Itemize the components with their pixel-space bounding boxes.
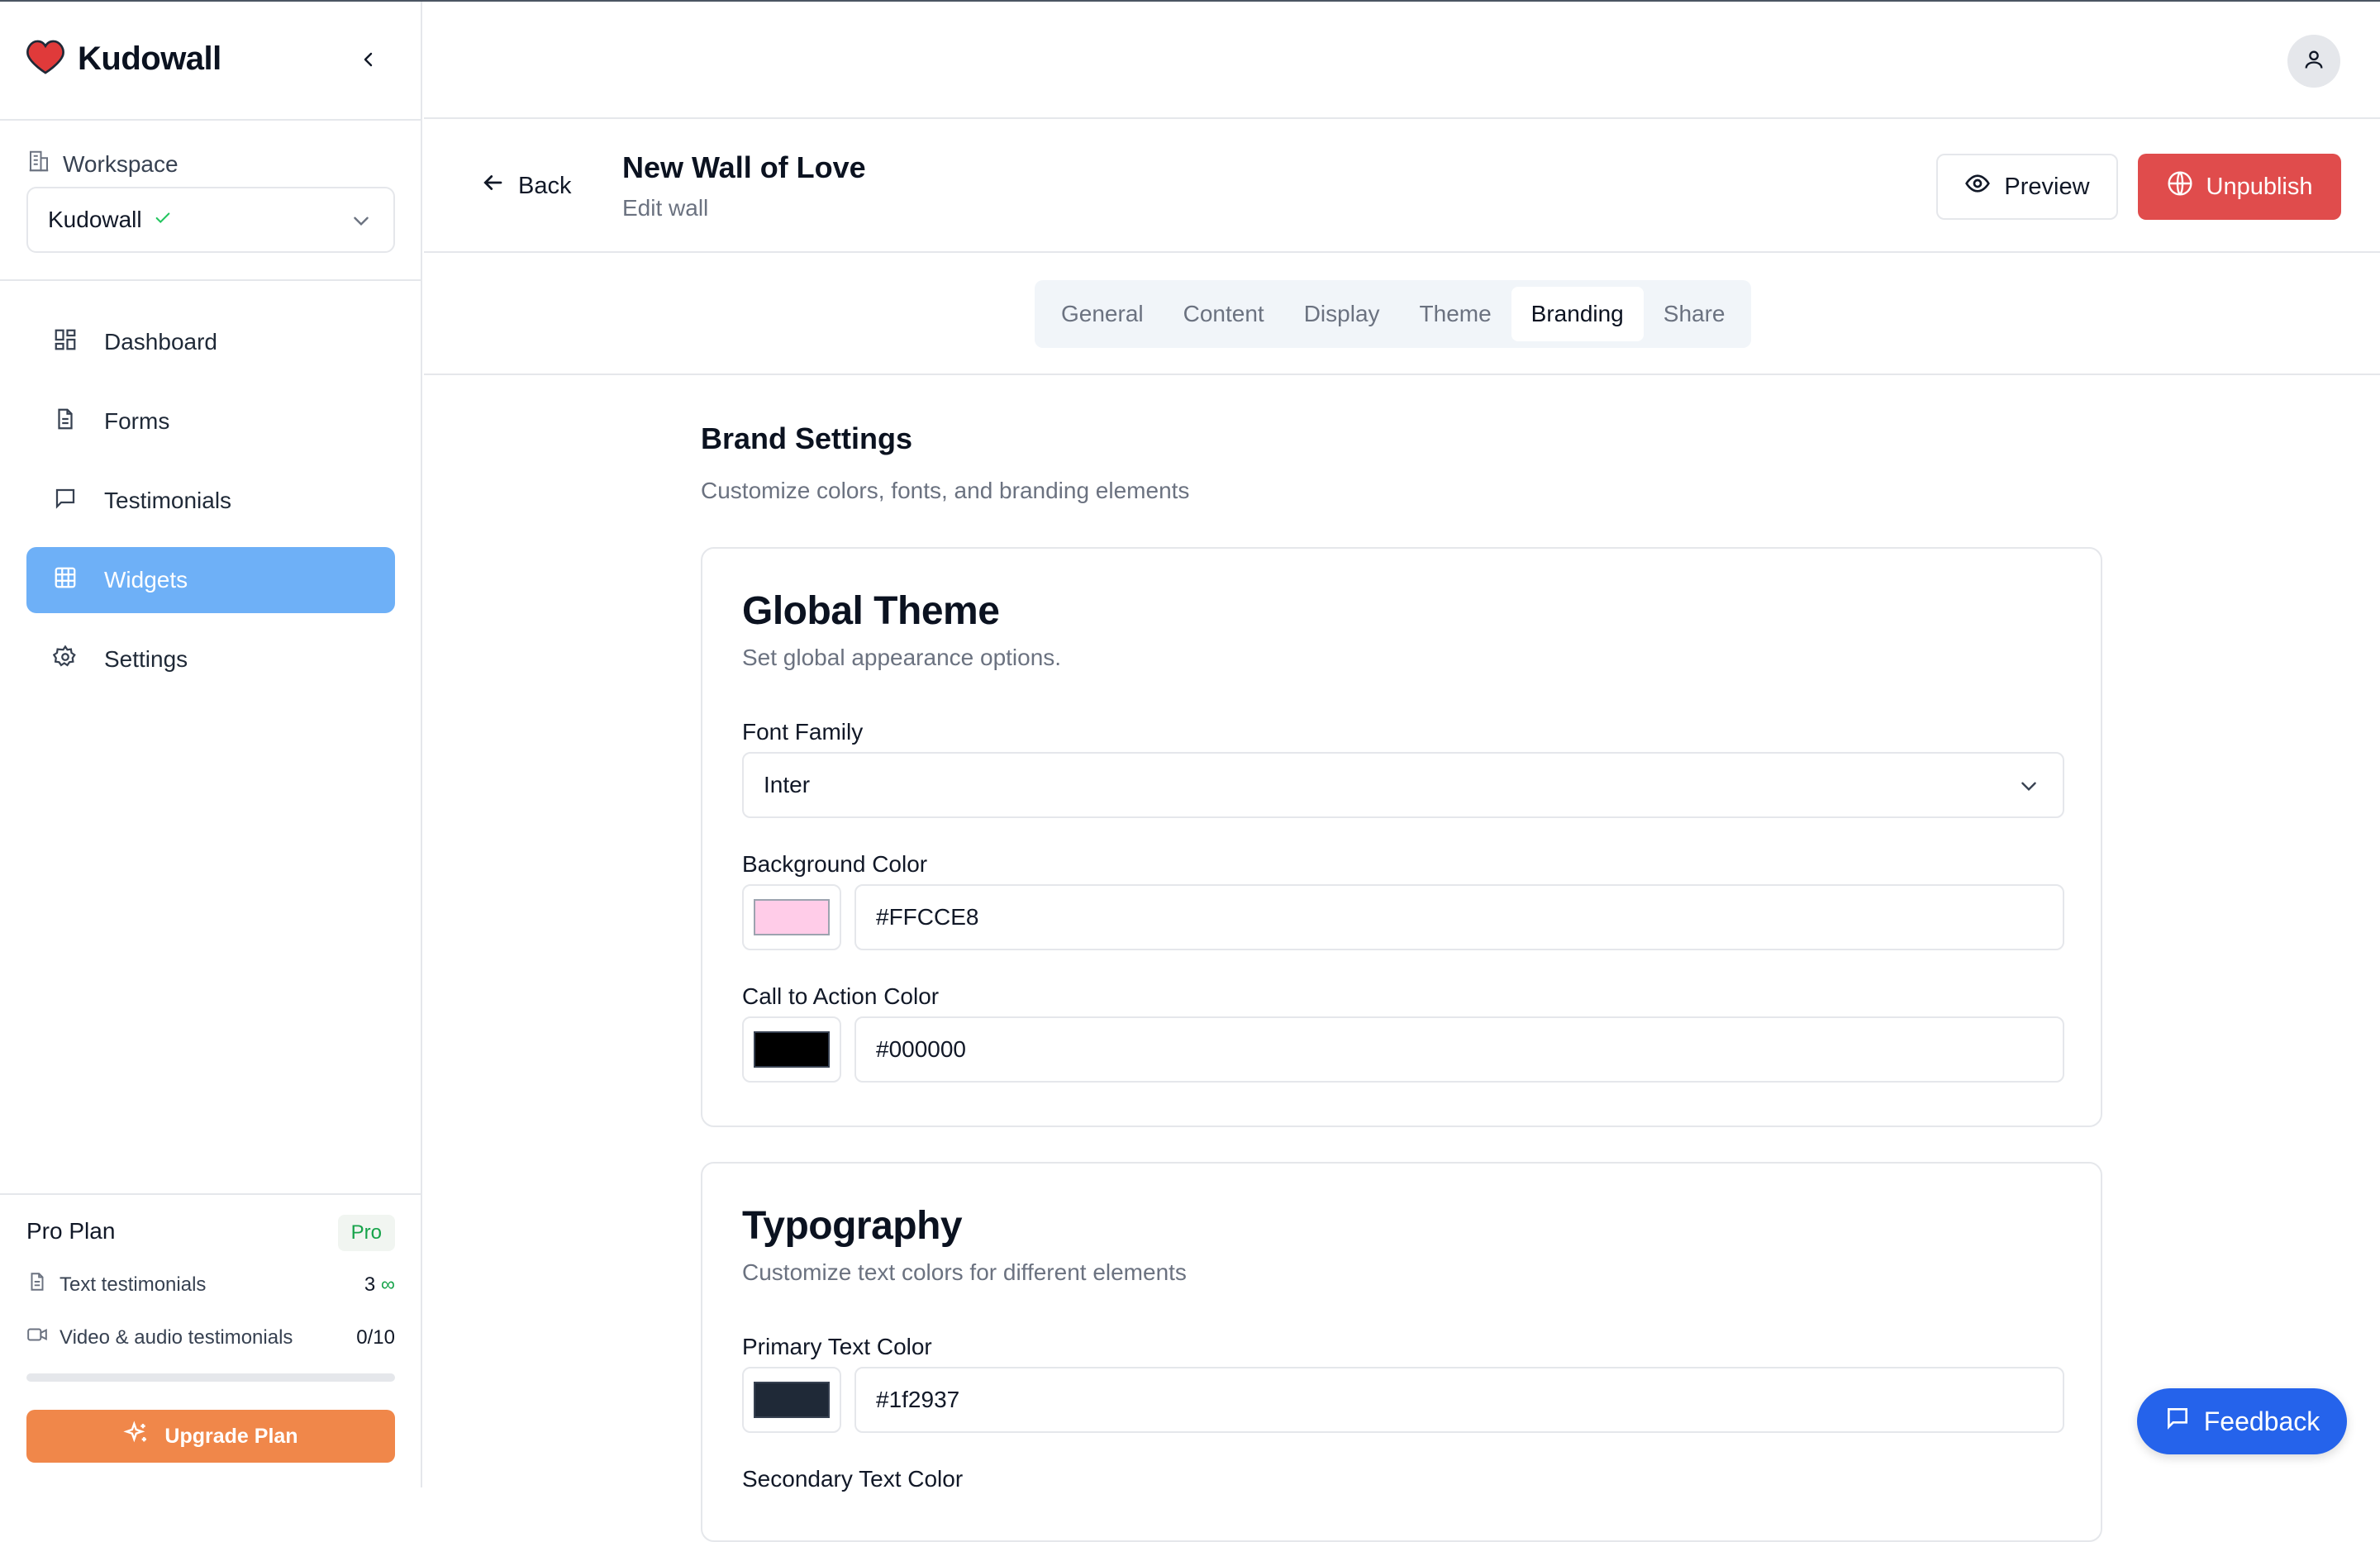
brand[interactable]: Kudowall [26, 40, 221, 79]
font-family-select[interactable]: Inter [742, 752, 2064, 818]
workspace-value: Kudowall [48, 207, 142, 232]
video-icon [26, 1324, 48, 1351]
page-subtitle: Edit wall [622, 195, 709, 221]
typography-card: Typography Customize text colors for dif… [701, 1162, 2102, 1542]
upgrade-plan-label: Upgrade Plan [164, 1424, 298, 1448]
heart-logo-icon [26, 40, 64, 79]
tab-share[interactable]: Share [1644, 287, 1745, 341]
tab-bar: General Content Display Theme Branding S… [424, 253, 2380, 375]
sidebar-item-dashboard[interactable]: Dashboard [26, 309, 395, 375]
workspace-select[interactable]: Kudowall [26, 187, 395, 253]
file-icon [53, 407, 78, 437]
feedback-button[interactable]: Feedback [2137, 1388, 2347, 1454]
sparkles-icon [123, 1420, 150, 1453]
global-theme-card: Global Theme Set global appearance optio… [701, 547, 2102, 1127]
preview-button[interactable]: Preview [1936, 154, 2118, 220]
building-icon [26, 149, 51, 179]
page-header: Back New Wall of Love Edit wall Preview … [424, 119, 2380, 253]
dashboard-icon [53, 327, 78, 358]
font-family-label: Font Family [742, 719, 864, 745]
card-title: Typography [742, 1204, 963, 1248]
primary-text-color-input[interactable]: #1f2937 [854, 1367, 2064, 1433]
sidebar-divider [0, 119, 422, 121]
upgrade-plan-button[interactable]: Upgrade Plan [26, 1410, 395, 1463]
background-color-label: Background Color [742, 851, 928, 877]
app-name: Kudowall [78, 40, 221, 77]
plan-panel: Pro Plan Pro Text testimonials 3 ∞ Video… [26, 1215, 395, 1349]
font-family-value: Inter [764, 772, 811, 797]
tab-general[interactable]: General [1041, 287, 1164, 341]
eye-icon [1964, 170, 1991, 203]
card-subtitle: Customize text colors for different elem… [742, 1259, 1187, 1285]
sidebar: Kudowall Workspace Kudowall Dashboard Fo… [0, 2, 422, 1487]
user-icon [2302, 48, 2325, 75]
cta-color-picker[interactable] [742, 1016, 841, 1083]
text-testimonials-row: Text testimonials 3 ∞ [26, 1271, 395, 1298]
tabs: General Content Display Theme Branding S… [1035, 280, 1752, 348]
sidebar-item-forms[interactable]: Forms [26, 388, 395, 455]
back-button[interactable]: Back [480, 170, 571, 202]
cta-color-input[interactable]: #000000 [854, 1016, 2064, 1083]
background-color-swatch [754, 899, 830, 935]
sidebar-item-label: Widgets [104, 567, 188, 593]
workspace-label-text: Workspace [63, 150, 178, 177]
background-color-picker[interactable] [742, 884, 841, 950]
tab-display[interactable]: Display [1284, 287, 1400, 341]
secondary-text-color-label: Secondary Text Color [742, 1466, 964, 1492]
tab-content[interactable]: Content [1164, 287, 1284, 341]
user-avatar-button[interactable] [2287, 35, 2340, 88]
globe-icon [2167, 170, 2193, 203]
infinity-icon: ∞ [380, 1273, 395, 1296]
sidebar-item-testimonials[interactable]: Testimonials [26, 468, 395, 534]
check-icon [154, 207, 172, 233]
grid-icon [53, 565, 78, 596]
tab-theme[interactable]: Theme [1400, 287, 1511, 341]
sidebar-item-widgets[interactable]: Widgets [26, 547, 395, 613]
message-icon [2164, 1405, 2191, 1438]
sidebar-divider [0, 1193, 422, 1195]
usage-progress-bar [26, 1373, 395, 1382]
cta-color-swatch [754, 1031, 830, 1068]
file-icon [26, 1271, 48, 1298]
sidebar-item-label: Dashboard [104, 329, 217, 355]
video-testimonials-value: 0/10 [356, 1325, 395, 1349]
video-testimonials-label: Video & audio testimonials [60, 1325, 293, 1349]
feedback-label: Feedback [2203, 1406, 2320, 1436]
arrow-left-icon [480, 170, 505, 202]
back-label: Back [518, 172, 572, 199]
workspace-label: Workspace [26, 149, 178, 179]
card-subtitle: Set global appearance options. [742, 645, 1062, 670]
preview-label: Preview [2004, 173, 2090, 200]
primary-text-color-label: Primary Text Color [742, 1334, 932, 1359]
unpublish-button[interactable]: Unpublish [2138, 154, 2341, 220]
section-title: Brand Settings [701, 421, 913, 455]
video-testimonials-row: Video & audio testimonials 0/10 [26, 1324, 395, 1351]
sidebar-item-label: Forms [104, 408, 170, 434]
plan-badge: Pro [337, 1215, 395, 1251]
top-bar [424, 2, 2380, 119]
section-subtitle: Customize colors, fonts, and branding el… [701, 478, 1190, 503]
cta-color-label: Call to Action Color [742, 983, 940, 1009]
text-testimonials-label: Text testimonials [60, 1273, 207, 1296]
page-title: New Wall of Love [622, 150, 866, 184]
unpublish-label: Unpublish [2206, 173, 2313, 200]
primary-text-color-picker[interactable] [742, 1367, 841, 1433]
chevron-down-icon [350, 210, 372, 237]
text-testimonials-value: 3 ∞ [364, 1273, 395, 1297]
chevron-left-icon [359, 50, 378, 74]
sidebar-item-label: Settings [104, 646, 188, 672]
text-count: 3 [364, 1273, 376, 1296]
background-color-input[interactable]: #FFCCE8 [854, 884, 2064, 950]
message-icon [53, 486, 78, 516]
sidebar-nav: Dashboard Forms Testimonials Widgets Set… [26, 309, 395, 706]
sidebar-item-settings[interactable]: Settings [26, 626, 395, 692]
chevron-down-icon [2018, 775, 2040, 802]
collapse-sidebar-button[interactable] [352, 45, 385, 78]
tab-branding[interactable]: Branding [1511, 287, 1644, 341]
sidebar-item-label: Testimonials [104, 488, 232, 513]
card-title: Global Theme [742, 589, 1000, 633]
primary-text-color-swatch [754, 1382, 830, 1418]
gear-icon [52, 644, 78, 675]
sidebar-divider [0, 279, 422, 281]
